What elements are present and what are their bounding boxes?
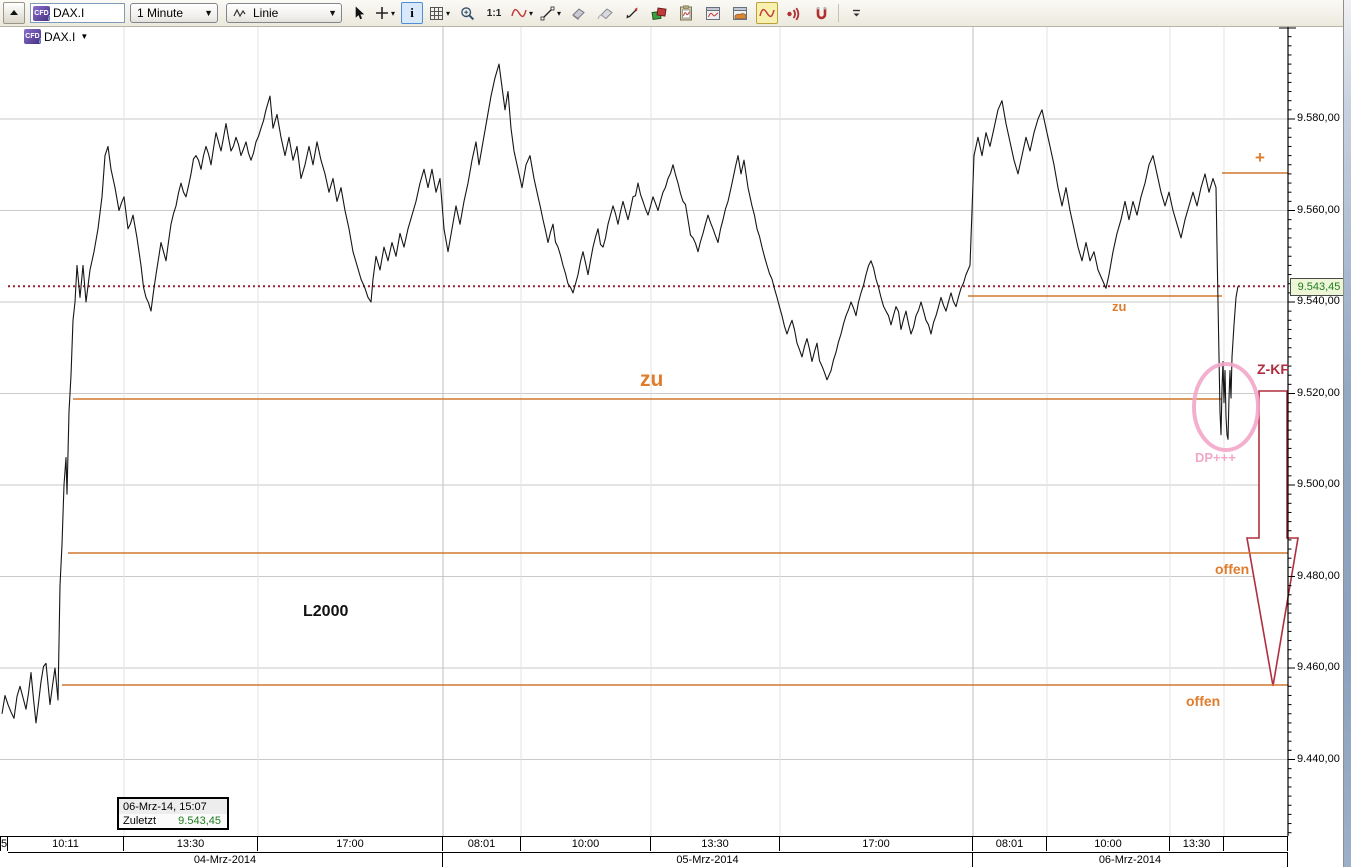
chevron-down-icon: ▾ bbox=[557, 9, 561, 18]
price-axis-label: 9.500,00 bbox=[1297, 478, 1340, 490]
symbol-input-value: DAX.I bbox=[53, 6, 84, 20]
offen-label-upper: offen bbox=[1215, 561, 1249, 577]
cfd-badge-icon: CFDi bbox=[33, 6, 50, 21]
collapse-icon bbox=[8, 7, 20, 19]
objects-stack-tool[interactable] bbox=[648, 2, 670, 24]
chart-window-tool[interactable] bbox=[702, 2, 724, 24]
price-chart[interactable] bbox=[0, 0, 1351, 867]
eraser-tool[interactable] bbox=[567, 2, 589, 24]
chevron-down-icon: ▾ bbox=[529, 9, 533, 18]
l2000-label: L2000 bbox=[303, 603, 348, 621]
tooltip-datetime: 06-Mrz-14, 15:07 bbox=[119, 799, 227, 814]
toolbar: CFDi DAX.I 1 Minute ▼ Linie ▼ ▾ i ▾ 1:1 ▾ ▾ bbox=[0, 0, 1351, 27]
copy-chart-tool[interactable] bbox=[675, 2, 697, 24]
alert-tool[interactable] bbox=[783, 2, 805, 24]
offen-label-lower: offen bbox=[1186, 693, 1220, 709]
chevron-down-icon: ▾ bbox=[446, 9, 450, 18]
time-axis-cell: 10:11 bbox=[8, 836, 124, 851]
erase-all-tool[interactable] bbox=[594, 2, 616, 24]
time-axis-cell: 13:30 bbox=[1170, 836, 1224, 851]
last-price-badge: 9.543,45 bbox=[1290, 278, 1348, 296]
time-axis-cell: 08:01 bbox=[443, 836, 521, 851]
z-kf-label: Z-KF bbox=[1257, 361, 1289, 377]
time-axis-cell: 10:00 bbox=[1047, 836, 1170, 851]
price-axis-label: 9.440,00 bbox=[1297, 753, 1340, 765]
tooltip-value: 9.543,45 bbox=[178, 815, 221, 827]
time-axis-cell: 17:00 bbox=[780, 836, 973, 851]
price-axis-label: 9.540,00 bbox=[1297, 295, 1340, 307]
crosshair-tool[interactable]: ▾ bbox=[374, 2, 396, 24]
chevron-down-icon: ▼ bbox=[196, 8, 213, 18]
collapse-panel-button[interactable] bbox=[3, 2, 25, 24]
chart-type-value: Linie bbox=[253, 6, 278, 20]
trendline-tool[interactable]: ▾ bbox=[539, 2, 562, 24]
cfd-badge-icon: CFDi bbox=[24, 29, 41, 44]
pointer-tool[interactable] bbox=[347, 2, 369, 24]
legend-symbol: DAX.I bbox=[44, 30, 75, 44]
fit-chart-tool[interactable] bbox=[621, 2, 643, 24]
price-axis-label: 9.520,00 bbox=[1297, 387, 1340, 399]
zoom-tool[interactable] bbox=[456, 2, 478, 24]
template-tool[interactable] bbox=[756, 2, 778, 24]
chevron-down-icon: ▼ bbox=[320, 8, 337, 18]
chevron-down-icon: ▾ bbox=[391, 9, 395, 18]
time-axis-cell: 10:00 bbox=[521, 836, 651, 851]
time-axis-cell: 5 bbox=[0, 836, 8, 851]
symbol-input[interactable]: CFDi DAX.I bbox=[30, 3, 125, 23]
timeframe-select[interactable]: 1 Minute ▼ bbox=[130, 3, 218, 23]
toolbar-overflow-button[interactable] bbox=[845, 2, 867, 24]
one-to-one-tool[interactable]: 1:1 bbox=[483, 2, 505, 24]
toolbar-separator bbox=[838, 4, 839, 22]
window-edge-scroll-strip[interactable] bbox=[1343, 0, 1351, 867]
chart-type-select[interactable]: Linie ▼ bbox=[226, 3, 342, 23]
date-axis-cell: 04-Mrz-2014 bbox=[8, 852, 443, 867]
tooltip-label: Zuletzt bbox=[123, 815, 156, 827]
price-axis-label: 9.480,00 bbox=[1297, 570, 1340, 582]
data-tooltip: 06-Mrz-14, 15:07 Zuletzt 9.543,45 bbox=[117, 797, 229, 830]
grid-tool[interactable]: ▾ bbox=[428, 2, 451, 24]
magnet-tool[interactable] bbox=[810, 2, 832, 24]
down-arrow-annotation bbox=[1247, 391, 1298, 686]
time-axis-cell bbox=[1224, 836, 1288, 851]
date-axis-cell: 05-Mrz-2014 bbox=[443, 852, 973, 867]
chart-fill-tool[interactable] bbox=[729, 2, 751, 24]
indicator-tool[interactable]: ▾ bbox=[510, 2, 534, 24]
price-axis-label: 9.560,00 bbox=[1297, 204, 1340, 216]
time-axis-cell: 13:30 bbox=[651, 836, 780, 851]
price-axis-label: 9.460,00 bbox=[1297, 661, 1340, 673]
zu-label-upper: zu bbox=[1112, 299, 1126, 314]
zu-label-main: zu bbox=[640, 368, 663, 392]
time-axis-cell: 13:30 bbox=[124, 836, 258, 851]
info-tool[interactable]: i bbox=[401, 2, 423, 24]
legend-dropdown-icon[interactable]: ▼ bbox=[80, 32, 88, 41]
dp-label: DP+++ bbox=[1195, 450, 1236, 465]
time-axis: 510:1113:3017:0008:0110:0013:3017:0008:0… bbox=[0, 836, 1351, 867]
line-chart-icon bbox=[233, 7, 248, 19]
tool-buttons-group: ▾ i ▾ 1:1 ▾ ▾ bbox=[347, 2, 867, 24]
time-axis-cell: 17:00 bbox=[258, 836, 443, 851]
time-axis-cell: 08:01 bbox=[973, 836, 1047, 851]
plus-label: + bbox=[1255, 148, 1265, 168]
timeframe-value: 1 Minute bbox=[137, 6, 183, 20]
series-legend[interactable]: CFDi DAX.I ▼ bbox=[24, 29, 88, 44]
date-axis-cell: 06-Mrz-2014 bbox=[973, 852, 1288, 867]
price-axis-label: 9.580,00 bbox=[1297, 112, 1340, 124]
